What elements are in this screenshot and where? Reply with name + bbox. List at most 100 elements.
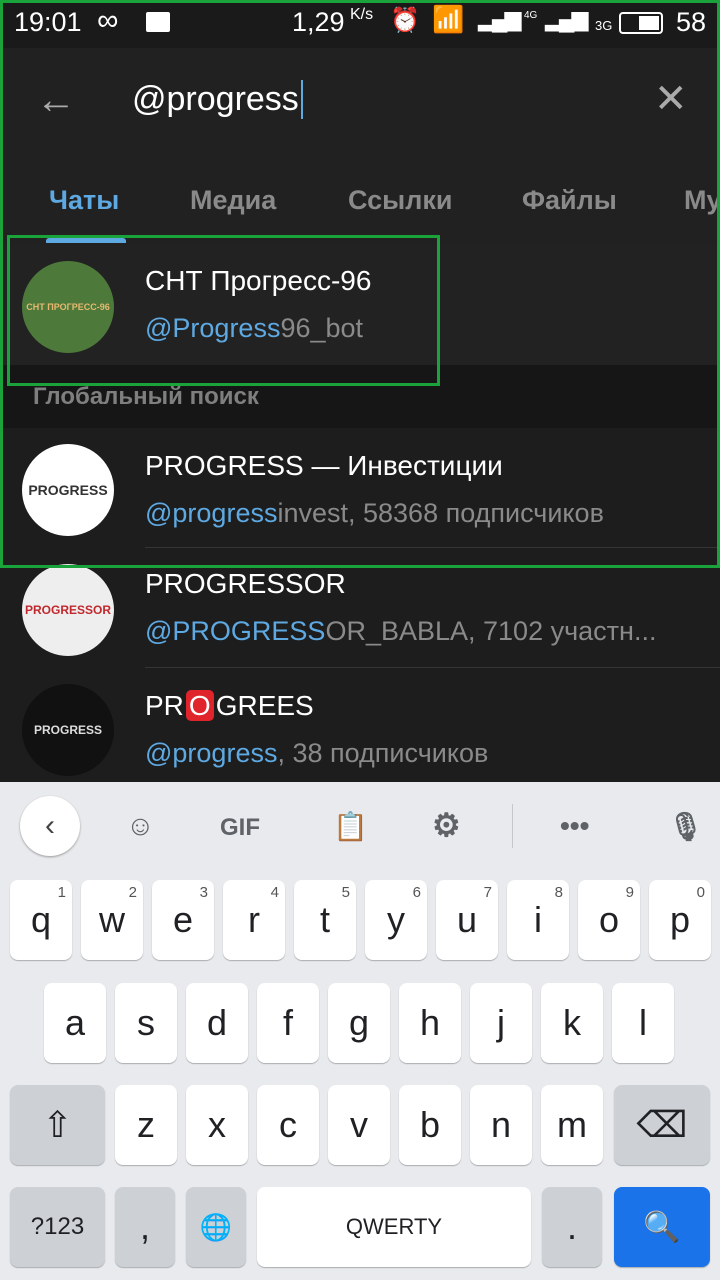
- tab-files[interactable]: Файлы: [522, 185, 617, 216]
- signal-icon-2: ▂▄▆: [545, 6, 588, 31]
- key-c[interactable]: c: [257, 1085, 319, 1165]
- globe-icon[interactable]: 🌐: [186, 1187, 246, 1267]
- key-o[interactable]: o9: [578, 880, 640, 960]
- key-x[interactable]: x: [186, 1085, 248, 1165]
- status-time: 19:01: [14, 7, 82, 37]
- search-input[interactable]: @progress: [132, 80, 303, 119]
- avatar: PROGRESS: [22, 444, 114, 536]
- network-type-2: 3G: [595, 18, 613, 33]
- chat-result[interactable]: СНТ ПРОГРЕСС-96 СНТ Прогресс-96 @Progres…: [0, 245, 720, 365]
- key-label: t: [319, 899, 330, 940]
- key-hint: 3: [199, 884, 208, 901]
- key-label: k: [563, 1002, 581, 1043]
- backspace-key[interactable]: ⌫: [614, 1085, 710, 1165]
- back-arrow-icon[interactable]: ←: [36, 78, 76, 123]
- key-label: m: [557, 1104, 587, 1145]
- keyboard-icon: [146, 12, 170, 32]
- key-q[interactable]: q1: [10, 880, 72, 960]
- key-label: j: [497, 1002, 505, 1043]
- status-bar: 19:01 ∞ 1,29 K/s ⏰ 📶 ▂▄▆ 4G ▂▄▆ 3G 58: [0, 0, 720, 48]
- tab-media[interactable]: Медиа: [190, 185, 276, 216]
- key-d[interactable]: d: [186, 983, 248, 1063]
- key-u[interactable]: u7: [436, 880, 498, 960]
- key-label: QWERTY: [345, 1214, 443, 1239]
- result-username-match: @progress: [145, 498, 278, 528]
- global-result[interactable]: PROGRESS PR O GREES @progress, 38 подписчи…: [0, 668, 720, 788]
- tab-chats[interactable]: Чаты: [49, 185, 119, 216]
- network-speed: 1,29: [292, 7, 345, 37]
- key-y[interactable]: y6: [365, 880, 427, 960]
- tab-links[interactable]: Ссылки: [348, 185, 452, 216]
- close-icon[interactable]: ✕: [654, 76, 688, 122]
- settings-icon[interactable]: ⚙: [432, 806, 461, 844]
- battery-icon: [619, 12, 663, 34]
- key-hint: 6: [412, 884, 421, 901]
- symbols-key[interactable]: ?123: [10, 1187, 105, 1267]
- key-b[interactable]: b: [399, 1085, 461, 1165]
- signal-icon: ▂▄▆: [478, 6, 521, 31]
- search-key[interactable]: 🔍: [614, 1187, 710, 1267]
- title-part: PR: [145, 690, 184, 721]
- key-r[interactable]: r4: [223, 880, 285, 960]
- key-label: i: [534, 899, 542, 940]
- avatar: СНТ ПРОГРЕСС-96: [22, 261, 114, 353]
- key-m[interactable]: m: [541, 1085, 603, 1165]
- result-username-rest: OR_BABLA, 7102 участн...: [325, 616, 657, 646]
- key-z[interactable]: z: [115, 1085, 177, 1165]
- sticker-icon[interactable]: ☺: [126, 810, 155, 842]
- key-g[interactable]: g: [328, 983, 390, 1063]
- key-f[interactable]: f: [257, 983, 319, 1063]
- key-s[interactable]: s: [115, 983, 177, 1063]
- result-title: PR O GREES: [145, 690, 314, 722]
- key-hint: 5: [341, 884, 350, 901]
- microphone-icon[interactable]: 🎙: [668, 810, 704, 843]
- key-label: z: [137, 1104, 155, 1145]
- clipboard-icon[interactable]: 📋: [333, 810, 368, 843]
- space-key[interactable]: QWERTY: [257, 1187, 531, 1267]
- key-i[interactable]: i8: [507, 880, 569, 960]
- key-h[interactable]: h: [399, 983, 461, 1063]
- key-l[interactable]: l: [612, 983, 674, 1063]
- divider: [512, 804, 513, 848]
- result-title: СНТ Прогресс-96: [145, 265, 372, 296]
- key-label: w: [99, 899, 125, 940]
- shift-key[interactable]: ⇧: [10, 1085, 105, 1165]
- wifi-icon: 📶: [432, 4, 465, 34]
- global-result[interactable]: PROGRESSOR PROGRESSOR @PROGRESSOR_BABLA,…: [0, 548, 720, 668]
- key-a[interactable]: a: [44, 983, 106, 1063]
- avatar: PROGRESS: [22, 684, 114, 776]
- period-key[interactable]: .: [542, 1187, 602, 1267]
- key-label: b: [419, 1104, 441, 1145]
- key-w[interactable]: w2: [81, 880, 143, 960]
- key-e[interactable]: e3: [152, 880, 214, 960]
- key-label: p: [669, 899, 691, 940]
- key-k[interactable]: k: [541, 983, 603, 1063]
- tab-music[interactable]: Му: [684, 185, 720, 216]
- section-header: Глобальный поиск: [0, 365, 720, 428]
- key-label: v: [350, 1104, 368, 1145]
- key-v[interactable]: v: [328, 1085, 390, 1165]
- key-p[interactable]: p0: [649, 880, 711, 960]
- gif-button[interactable]: GIF: [220, 814, 260, 842]
- title-part: GREES: [215, 690, 314, 721]
- collapse-chevron-icon[interactable]: ‹: [20, 796, 80, 856]
- key-n[interactable]: n: [470, 1085, 532, 1165]
- key-hint: 8: [554, 884, 563, 901]
- key-label: x: [208, 1104, 226, 1145]
- result-title: PROGRESS — Инвестиции: [145, 450, 503, 481]
- key-hint: 2: [128, 884, 137, 901]
- key-hint: 4: [270, 884, 279, 901]
- result-username-rest: invest, 58368 подписчиков: [277, 498, 604, 528]
- key-label: q: [30, 899, 52, 940]
- result-username-rest: , 38 подписчиков: [277, 738, 489, 768]
- key-label: ,: [139, 1206, 150, 1247]
- global-result[interactable]: PROGRESS PROGRESS — Инвестиции @progress…: [0, 428, 720, 548]
- emoji-comma-key[interactable]: ,: [115, 1187, 175, 1267]
- key-t[interactable]: t5: [294, 880, 356, 960]
- keyboard: ‹ ☺ GIF 📋 ⚙ ••• 🎙 q1w2e3r4t5y6u7i8o9p0as…: [0, 782, 720, 1280]
- key-j[interactable]: j: [470, 983, 532, 1063]
- o-emoji: O: [185, 690, 214, 721]
- result-username-rest: 96_bot: [280, 313, 364, 343]
- section-header-label: Глобальный поиск: [33, 383, 259, 410]
- more-icon[interactable]: •••: [560, 810, 589, 842]
